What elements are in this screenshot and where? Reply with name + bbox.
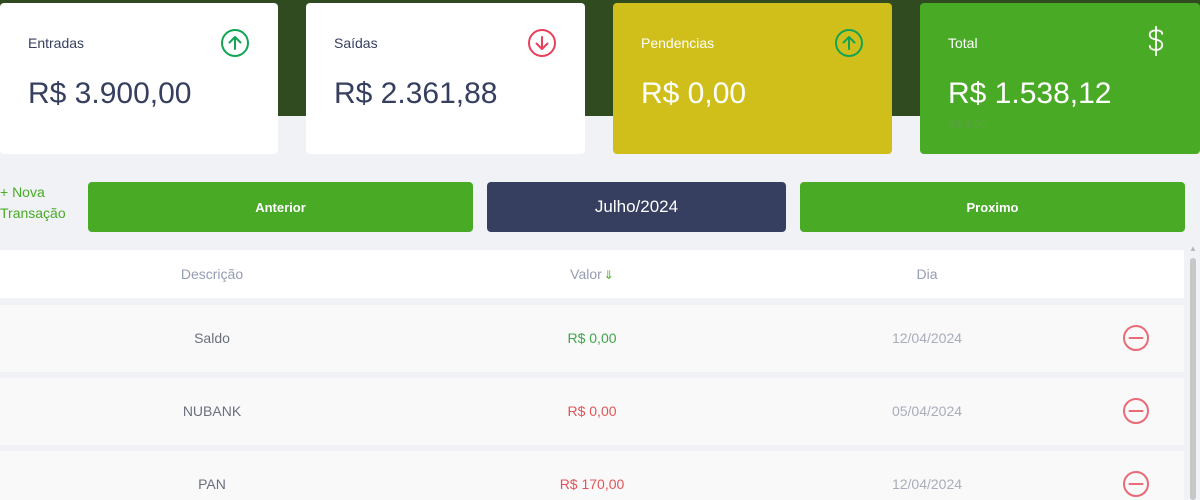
- row-valor: R$ 0,00: [567, 330, 617, 346]
- dollar-icon: [1148, 25, 1164, 57]
- card-total-sub: R$ 0,00: [948, 119, 987, 131]
- arrow-down-circle-icon: [528, 29, 556, 57]
- header-valor[interactable]: Valor ⇓: [570, 266, 614, 282]
- table-row: PAN R$ 170,00 12/04/2024: [0, 451, 1184, 500]
- arrow-up-circle-icon: [835, 29, 863, 57]
- card-total-value: R$ 1.538,12: [948, 77, 1112, 110]
- card-pendencias-value: R$ 0,00: [641, 77, 747, 110]
- card-saidas: Saídas R$ 2.361,88: [306, 3, 585, 154]
- table-header: Descrição Valor ⇓ Dia: [0, 250, 1184, 298]
- sort-down-icon: ⇓: [603, 268, 614, 282]
- minus-circle-icon[interactable]: [1122, 470, 1150, 498]
- header-dia[interactable]: Dia: [916, 266, 937, 282]
- arrow-up-circle-icon: [221, 29, 249, 57]
- card-total: Total R$ 1.538,12 R$ 0,00: [920, 3, 1200, 154]
- current-month: Julho/2024: [487, 182, 786, 232]
- header-valor-label: Valor: [570, 266, 602, 282]
- minus-circle-icon[interactable]: [1122, 324, 1150, 352]
- nova-transacao-line1: + Nova: [0, 184, 45, 200]
- row-descricao: Saldo: [194, 330, 230, 346]
- card-pendencias: Pendencias R$ 0,00: [613, 3, 892, 154]
- nova-transacao-link[interactable]: + Nova Transação: [0, 182, 80, 224]
- table-scrollbar[interactable]: ▲: [1186, 242, 1200, 500]
- card-saidas-label: Saídas: [334, 35, 378, 51]
- row-descricao: PAN: [198, 476, 226, 492]
- card-entradas-label: Entradas: [28, 35, 85, 51]
- row-valor: R$ 170,00: [559, 476, 625, 492]
- table-row: NUBANK R$ 0,00 05/04/2024: [0, 378, 1184, 445]
- scrollbar-thumb[interactable]: [1190, 258, 1196, 500]
- card-entradas: Entradas R$ 3.900,00: [0, 3, 278, 154]
- card-total-label: Total: [948, 35, 978, 51]
- scroll-up-icon[interactable]: ▲: [1189, 244, 1197, 253]
- proximo-button[interactable]: Proximo: [800, 182, 1185, 232]
- nova-transacao-line2: Transação: [0, 205, 66, 221]
- row-descricao: NUBANK: [182, 403, 242, 419]
- row-dia: 05/04/2024: [891, 403, 963, 419]
- card-saidas-value: R$ 2.361,88: [334, 77, 498, 110]
- row-dia: 12/04/2024: [891, 476, 963, 492]
- table-row: Saldo R$ 0,00 12/04/2024: [0, 305, 1184, 372]
- card-pendencias-label: Pendencias: [641, 35, 715, 51]
- card-entradas-value: R$ 3.900,00: [28, 77, 192, 110]
- row-valor: R$ 0,00: [567, 403, 617, 419]
- row-dia: 12/04/2024: [891, 330, 963, 346]
- minus-circle-icon[interactable]: [1122, 397, 1150, 425]
- header-descricao[interactable]: Descrição: [181, 266, 243, 282]
- anterior-button[interactable]: Anterior: [88, 182, 473, 232]
